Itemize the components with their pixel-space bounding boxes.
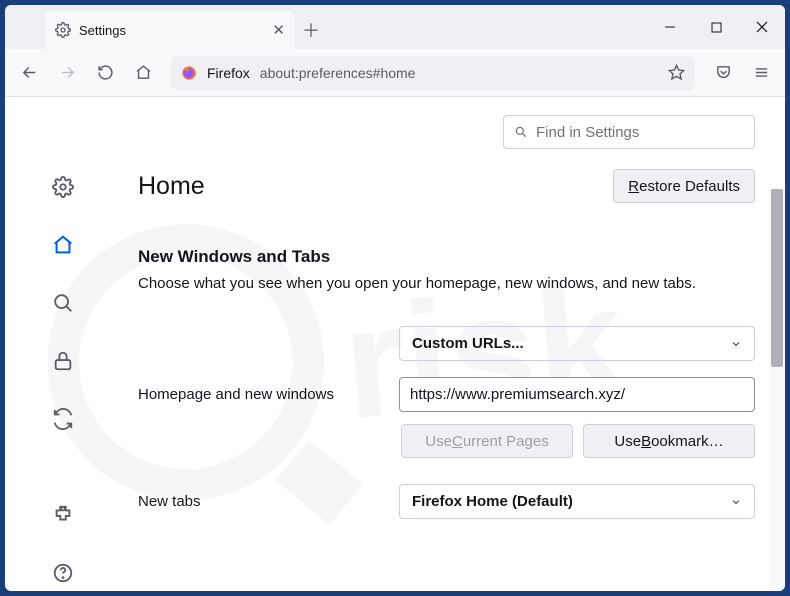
section-title: New Windows and Tabs	[138, 247, 755, 267]
bookmark-star-icon[interactable]	[668, 64, 685, 81]
use-current-pages-button[interactable]: Use Current Pages	[401, 424, 573, 458]
sidebar-privacy[interactable]	[45, 343, 81, 379]
chevron-down-icon	[730, 496, 742, 508]
titlebar: Settings ✕ ＋	[5, 5, 785, 49]
close-window-button[interactable]	[739, 5, 785, 49]
sidebar-home[interactable]	[45, 227, 81, 263]
newtabs-label: New tabs	[138, 493, 201, 510]
homepage-label: Homepage and new windows	[138, 386, 334, 403]
reload-button[interactable]	[89, 57, 121, 89]
find-in-settings[interactable]: Find in Settings	[503, 115, 755, 149]
search-placeholder: Find in Settings	[536, 124, 639, 141]
url-brand: Firefox	[207, 65, 250, 81]
homepage-dropdown[interactable]: Custom URLs...	[399, 326, 755, 361]
restore-defaults-button[interactable]: Restore Defaults	[613, 169, 755, 203]
page-title: Home	[138, 172, 205, 201]
scrollbar-thumb[interactable]	[771, 189, 783, 367]
back-button[interactable]	[13, 57, 45, 89]
browser-tab[interactable]: Settings ✕	[45, 11, 295, 49]
settings-sidebar	[5, 97, 120, 591]
firefox-icon	[181, 65, 197, 81]
sidebar-extensions[interactable]	[45, 497, 81, 533]
minimize-button[interactable]	[647, 5, 693, 49]
menu-button[interactable]	[745, 57, 777, 89]
homepage-url-input[interactable]	[399, 377, 755, 412]
sidebar-sync[interactable]	[45, 401, 81, 437]
tab-title: Settings	[79, 23, 264, 38]
new-tab-button[interactable]: ＋	[295, 11, 327, 49]
use-bookmark-button[interactable]: Use Bookmark…	[583, 424, 755, 458]
sidebar-help[interactable]	[45, 555, 81, 591]
scrollbar[interactable]	[769, 189, 785, 591]
section-description: Choose what you see when you open your h…	[138, 275, 755, 292]
settings-main: Find in Settings Home Restore Defaults N…	[120, 97, 785, 591]
url-address: about:preferences#home	[260, 65, 658, 81]
forward-button[interactable]	[51, 57, 83, 89]
maximize-button[interactable]	[693, 5, 739, 49]
close-tab-icon[interactable]: ✕	[272, 21, 285, 39]
toolbar: Firefox about:preferences#home	[5, 49, 785, 97]
sidebar-general[interactable]	[45, 169, 81, 205]
sidebar-search[interactable]	[45, 285, 81, 321]
search-icon	[514, 125, 528, 139]
gear-icon	[55, 22, 71, 38]
chevron-down-icon	[730, 338, 742, 350]
home-button[interactable]	[127, 57, 159, 89]
window: Settings ✕ ＋ Firefox about:preferences#h…	[5, 5, 785, 591]
url-bar[interactable]: Firefox about:preferences#home	[171, 56, 695, 90]
pocket-button[interactable]	[707, 57, 739, 89]
newtabs-dropdown[interactable]: Firefox Home (Default)	[399, 484, 755, 519]
